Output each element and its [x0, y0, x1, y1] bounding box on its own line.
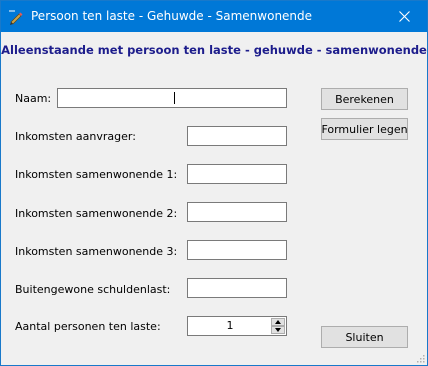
window-title: Persoon ten laste - Gehuwde - Samenwonen… — [31, 9, 313, 23]
caret-up-icon — [275, 320, 281, 324]
resize-grip-icon[interactable] — [415, 353, 425, 363]
stepper-up-button[interactable] — [271, 318, 285, 326]
dialog-window: Persoon ten laste - Gehuwde - Samenwonen… — [0, 0, 428, 366]
buitengewone-schuldenlast-input[interactable] — [187, 278, 287, 298]
sluiten-button[interactable]: Sluiten — [321, 326, 408, 348]
title-bar[interactable]: Persoon ten laste - Gehuwde - Samenwonen… — [1, 1, 427, 32]
naam-input[interactable] — [57, 88, 287, 108]
inkomsten-samenwonende-3-input[interactable] — [187, 240, 287, 260]
inkomsten-samenwonende-2-input[interactable] — [187, 202, 287, 222]
berekenen-button[interactable]: Berekenen — [321, 88, 408, 110]
text-caret — [174, 92, 175, 104]
inkomsten-samenwonende-1-label: Inkomsten samenwonende 1: — [15, 168, 178, 181]
pencil-app-icon — [8, 9, 24, 25]
aantal-personen-value[interactable]: 1 — [188, 319, 272, 333]
buitengewone-schuldenlast-label: Buitengewone schuldenlast: — [15, 283, 171, 296]
stepper-down-button[interactable] — [271, 326, 285, 334]
inkomsten-samenwonende-3-label: Inkomsten samenwonende 3: — [15, 245, 178, 258]
aantal-personen-label: Aantal personen ten laste: — [15, 320, 161, 333]
form-heading: Alleenstaande met persoon ten laste - ge… — [1, 43, 427, 57]
formulier-legen-button[interactable]: Formulier legen — [321, 118, 408, 140]
aantal-personen-stepper[interactable]: 1 — [187, 316, 287, 336]
close-icon — [398, 11, 410, 22]
inkomsten-aanvrager-label: Inkomsten aanvrager: — [15, 130, 136, 143]
caret-down-icon — [275, 328, 281, 332]
inkomsten-samenwonende-2-label: Inkomsten samenwonende 2: — [15, 207, 178, 220]
close-button[interactable] — [381, 1, 427, 32]
inkomsten-samenwonende-1-input[interactable] — [187, 164, 287, 184]
naam-label: Naam: — [15, 92, 52, 105]
inkomsten-aanvrager-input[interactable] — [187, 126, 287, 146]
